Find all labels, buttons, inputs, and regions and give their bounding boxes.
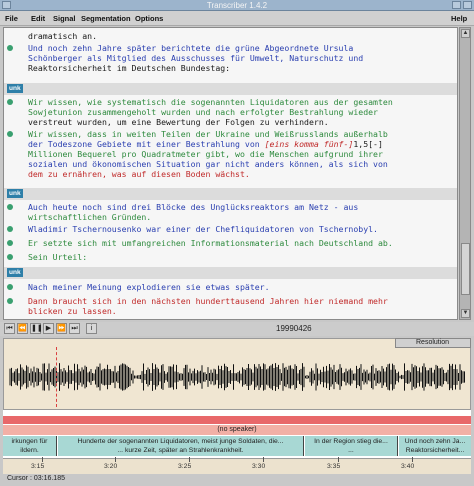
cursor-status: Cursor : 03:16.185 — [7, 475, 65, 482]
text-line: Wir wissen, dass in weiten Teilen der Uk… — [28, 129, 388, 139]
filename-label: 19990426 — [276, 324, 312, 333]
text-line: Auch heute noch sind drei Blöcke des Ung… — [28, 202, 359, 212]
text-line: Millionen Bequerel pro Quadratmeter gibt… — [28, 149, 383, 159]
transcription-editor[interactable]: dramatisch an. Und noch zehn Jahre späte… — [3, 27, 458, 320]
text-line: Wladimir Tschernousenko war einer der Ch… — [28, 224, 378, 234]
text-line: dramatisch an. — [28, 31, 98, 41]
editor-scrollbar[interactable]: ▲ ▼ — [459, 27, 471, 320]
text-line: verstreut wurden, um eine Bewertung der … — [28, 117, 329, 127]
text-line: der Todeszone Gebiete mit einer Bestrahl… — [28, 139, 383, 149]
info-icon[interactable]: i — [86, 323, 97, 334]
segment[interactable]: Hunderte der sogenannten Liquidatoren, m… — [58, 436, 304, 456]
waveform — [9, 363, 465, 391]
axis-tick: 3:40 — [401, 457, 414, 470]
text-line: Sein Urteil: — [28, 252, 88, 262]
section-band — [4, 267, 457, 279]
menu-file[interactable]: File — [5, 14, 18, 23]
segment[interactable]: In der Region stieg die...... — [305, 436, 398, 456]
section-bar[interactable] — [3, 416, 471, 424]
speaker-tag[interactable]: unk — [7, 189, 23, 198]
text-line: dem zu ernähren, was auf diesen Boden wä… — [28, 169, 250, 179]
section-band — [4, 188, 457, 200]
maximize-button[interactable] — [463, 1, 472, 9]
time-axis: 3:15 3:20 3:25 3:30 3:35 3:40 — [3, 457, 471, 474]
menu-help[interactable]: Help — [451, 14, 467, 23]
axis-tick: 3:30 — [252, 457, 265, 470]
forward-icon[interactable]: ⏩ — [56, 323, 67, 334]
pause-icon[interactable]: ❚❚ — [30, 323, 43, 334]
playback-controls: ⏮ ⏪ ❚❚ ▶ ⏩ ⏭ i 19990426 — [0, 322, 474, 336]
text-line: Wir wissen, wie systematisch die sogenan… — [28, 97, 393, 107]
scroll-down-icon[interactable]: ▼ — [461, 309, 470, 318]
text-line: sozialen und ökonomischen Situation gar … — [28, 159, 388, 169]
resolution-control[interactable]: Resolution — [395, 338, 471, 348]
section-band — [4, 83, 457, 95]
text-line: Schönberger als Mitglied des Ausschusses… — [28, 53, 364, 63]
speaker-tag[interactable]: unk — [7, 268, 23, 277]
title-bar: Transcriber 1.4.2 — [0, 0, 474, 11]
speaker-tag[interactable]: unk — [7, 84, 23, 93]
rewind-icon[interactable]: ⏪ — [17, 323, 28, 334]
text-line: wirtschaftlichen Gründen. — [28, 212, 152, 222]
play-icon[interactable]: ▶ — [43, 323, 54, 334]
axis-tick: 3:25 — [178, 457, 191, 470]
segmentation-track: (no speaker) irkungen für ildern. Hundert… — [3, 410, 471, 460]
playback-cursor[interactable] — [56, 347, 57, 407]
menu-options[interactable]: Options — [135, 14, 163, 23]
axis-tick: 3:35 — [327, 457, 340, 470]
rewind-start-icon[interactable]: ⏮ — [4, 323, 15, 334]
text-line: Er setzte sich mit umfangreichen Informa… — [28, 238, 393, 248]
text-line: Nach meiner Meinung explodieren sie etwa… — [28, 282, 270, 292]
menu-segmentation[interactable]: Segmentation — [81, 14, 131, 23]
axis-tick: 3:15 — [31, 457, 44, 470]
menu-signal[interactable]: Signal — [53, 14, 76, 23]
segment[interactable]: Und noch zehn Ja... Reaktorsicherheit... — [399, 436, 471, 456]
waveform-panel[interactable] — [3, 338, 471, 410]
scroll-thumb[interactable] — [461, 243, 470, 295]
text-line: blicken zu lassen. — [28, 306, 117, 316]
menu-edit[interactable]: Edit — [31, 14, 45, 23]
scroll-up-icon[interactable]: ▲ — [461, 29, 470, 38]
minimize-button[interactable] — [452, 1, 461, 9]
text-line: Reaktorsicherheit im Deutschen Bundestag… — [28, 63, 231, 73]
window-title: Transcriber 1.4.2 — [206, 1, 268, 10]
menu-bar: File Edit Signal Segmentation Options He… — [0, 11, 474, 26]
forward-end-icon[interactable]: ⏭ — [69, 323, 80, 334]
axis-tick: 3:20 — [104, 457, 117, 470]
segment[interactable]: irkungen für ildern. — [3, 436, 57, 456]
text-line: Sowjetunion zusammengeholt wurden und na… — [28, 107, 378, 117]
text-line: Und noch zehn Jahre später berichtete di… — [28, 43, 354, 53]
speaker-bar[interactable]: (no speaker) — [3, 425, 471, 435]
text-line: Dann braucht sich in den nächsten hunder… — [28, 296, 388, 306]
